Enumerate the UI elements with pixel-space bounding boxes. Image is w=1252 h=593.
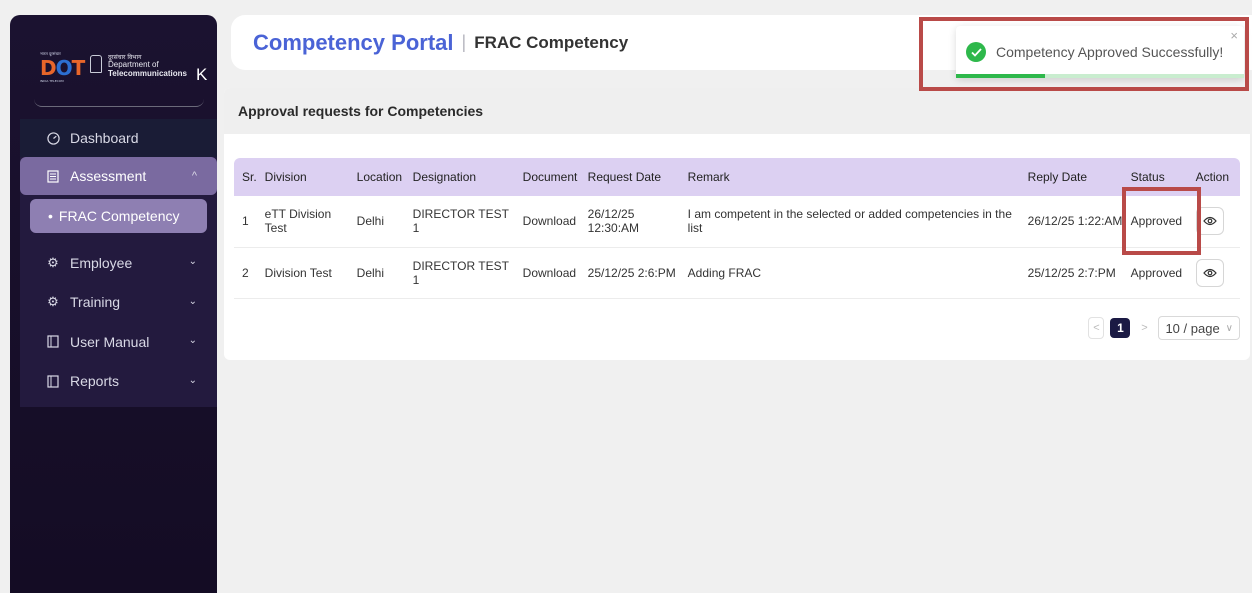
- page-number-current[interactable]: 1: [1110, 318, 1131, 338]
- cell-request-date: 25/12/25 2:6:PM: [587, 265, 676, 280]
- sidebar-item-label: Dashboard: [70, 130, 139, 146]
- gear-icon: ⚙: [47, 254, 59, 270]
- pagination: < 1 > 10 / page ∨: [1088, 316, 1240, 340]
- cell-reply-date: 25/12/25 2:7:PM: [1027, 265, 1116, 280]
- column-header: Location: [356, 170, 403, 184]
- sidebar-item-label: Assessment: [70, 168, 147, 184]
- page-subtitle: FRAC Competency: [474, 32, 629, 52]
- sidebar: भारत दूरसंचार DOT INDIA TELECOM दूरसंचार…: [10, 15, 217, 593]
- sidebar-item-label: Employee: [70, 254, 133, 271]
- book-icon: [46, 374, 60, 388]
- sidebar-item-label: FRAC Competency: [58, 208, 180, 224]
- table-row: 2 Division Test Delhi DIRECTOR TEST 1 Do…: [234, 247, 1240, 298]
- cell-sr: 1: [242, 214, 249, 229]
- gear-icon: ⚙: [47, 294, 59, 310]
- column-header: Sr.: [242, 170, 257, 184]
- download-link[interactable]: Download: [519, 247, 584, 298]
- sidebar-item-reports[interactable]: Reports ⌄: [20, 362, 217, 402]
- list-icon: [46, 169, 60, 183]
- cell-request-date: 26/12/25 12:30:AM: [587, 207, 640, 236]
- annotation-box-status: [1122, 187, 1201, 255]
- annotation-box-toast: [919, 17, 1249, 91]
- column-header: Designation: [412, 170, 477, 184]
- page-size-value: 10 / page: [1165, 320, 1220, 336]
- chevron-down-icon: ⌄: [188, 295, 197, 307]
- table-row: 1 eTT Division Test Delhi DIRECTOR TEST …: [234, 196, 1240, 247]
- cell-sr: 2: [242, 265, 249, 280]
- department-name: दूरसंचार विभाग Department of Telecommuni…: [108, 54, 187, 78]
- prev-page-button[interactable]: <: [1088, 317, 1105, 339]
- table-header-row: Sr. Division Location Designation Docume…: [234, 158, 1240, 196]
- sidebar-item-label: User Manual: [70, 333, 150, 350]
- cell-division: Division Test: [264, 265, 332, 280]
- dot-logo: भारत दूरसंचार DOT INDIA TELECOM: [40, 51, 85, 87]
- logo-brand: DOT: [40, 56, 85, 80]
- cell-location: Delhi: [356, 214, 385, 229]
- cell-remark: I am competent in the selected or added …: [687, 207, 1012, 236]
- chevron-up-icon: ^: [191, 170, 197, 182]
- cell-division: eTT Division Test: [264, 207, 332, 236]
- assessment-group: Assessment ^ • FRAC Competency: [20, 157, 217, 239]
- chevron-down-icon: ∨: [1225, 322, 1233, 334]
- cell-designation: DIRECTOR TEST 1: [412, 258, 509, 287]
- logo: भारत दूरसंचार DOT INDIA TELECOM दूरसंचार…: [34, 37, 204, 107]
- sidebar-nav: Dashboard Assessment ^ • FRAC Competency…: [20, 117, 217, 407]
- dept-line2: Telecommunications: [108, 68, 187, 78]
- cell-location: Delhi: [356, 265, 385, 280]
- sidebar-item-training[interactable]: ⚙ Training ⌄: [20, 283, 217, 323]
- dashboard-icon: [46, 131, 60, 145]
- book-icon: [46, 335, 60, 349]
- column-header: Division: [264, 170, 307, 184]
- sidebar-item-label: Training: [70, 294, 121, 311]
- sidebar-item-employee[interactable]: ⚙ Employee ⌄: [20, 243, 217, 283]
- eye-icon: [1202, 217, 1217, 226]
- column-header: Reply Date: [1027, 170, 1088, 184]
- approval-table: Sr. Division Location Designation Docume…: [234, 158, 1240, 299]
- view-button[interactable]: [1195, 258, 1224, 287]
- bullet-icon: •: [48, 208, 53, 224]
- title-separator: |: [461, 32, 467, 52]
- chevron-down-icon: ⌄: [188, 335, 197, 346]
- cell-designation: DIRECTOR TEST 1: [412, 207, 509, 236]
- emblem-icon: [90, 55, 102, 73]
- sidebar-item-label: Reports: [70, 373, 120, 390]
- portal-title: Competency Portal: [253, 29, 454, 55]
- collapse-sidebar-button[interactable]: K: [196, 65, 207, 85]
- card-title: Approval requests for Competencies: [224, 88, 1250, 134]
- cell-reply-date: 26/12/25 1:22:AM: [1027, 214, 1123, 229]
- column-header: Request Date: [587, 170, 662, 184]
- sidebar-item-dashboard[interactable]: Dashboard: [20, 119, 217, 157]
- chevron-down-icon: ⌄: [188, 256, 197, 267]
- eye-icon: [1202, 268, 1217, 277]
- cell-remark: Adding FRAC: [687, 265, 762, 280]
- column-header: Document: [522, 170, 578, 184]
- sidebar-rest: ⚙ Employee ⌄ ⚙ Training ⌄ User Manual ⌄: [20, 239, 217, 407]
- sidebar-item-user-manual[interactable]: User Manual ⌄: [20, 322, 217, 362]
- chevron-down-icon: ⌄: [188, 374, 197, 386]
- download-link[interactable]: Download: [519, 196, 584, 247]
- page-size-select[interactable]: 10 / page ∨: [1158, 316, 1240, 340]
- approval-card: Approval requests for Competencies Sr. D…: [224, 88, 1250, 360]
- column-header: Remark: [687, 170, 730, 184]
- sidebar-item-assessment[interactable]: Assessment ^: [20, 157, 217, 195]
- sidebar-item-frac-competency[interactable]: • FRAC Competency: [30, 199, 207, 233]
- logo-sub: INDIA TELECOM: [40, 79, 64, 83]
- next-page-button[interactable]: >: [1136, 317, 1152, 339]
